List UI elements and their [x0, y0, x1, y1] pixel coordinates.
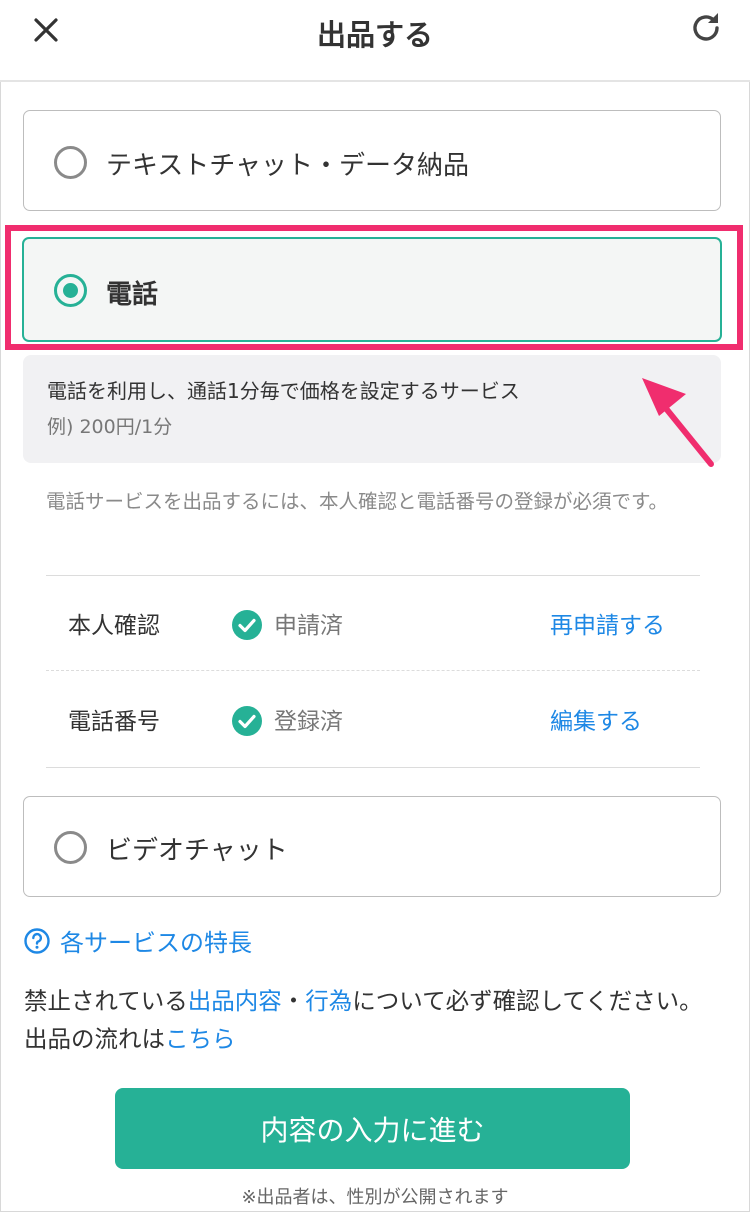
phone-number-label: 電話番号 — [68, 709, 160, 735]
divider — [46, 670, 700, 671]
prohibited-act-link[interactable]: 行為 — [305, 987, 352, 1015]
description-text: 電話を利用し、通話1分毎で価格を設定するサービス — [47, 379, 520, 403]
check-circle-icon — [232, 706, 262, 736]
option-video-chat[interactable]: ビデオチャット — [23, 796, 721, 897]
phone-number-status: 登録済 — [274, 709, 343, 735]
listing-flow-link[interactable]: こちら — [165, 1025, 236, 1053]
option-phone-label: 電話 — [106, 280, 159, 310]
features-link-text: 各サービスの特長 — [60, 929, 252, 957]
edit-link[interactable]: 編集する — [550, 702, 642, 736]
footnote: ※出品者は、性別が公開されます — [241, 1187, 509, 1208]
option-text-chat-label: テキストチャット・データ納品 — [106, 151, 469, 181]
divider — [46, 767, 700, 768]
check-circle-icon — [232, 610, 262, 640]
identity-label: 本人確認 — [68, 613, 160, 639]
notice-text: 禁止されている — [24, 987, 188, 1015]
reapply-link[interactable]: 再申請する — [550, 606, 665, 640]
radio-checked-icon[interactable] — [54, 274, 87, 307]
option-phone[interactable]: 電話 — [22, 237, 722, 342]
requirement-note: 電話サービスを出品するには、本人確認と電話番号の登録が必須です。 — [46, 490, 669, 513]
verification-row-phone: 電話番号 登録済 編集する — [46, 672, 700, 766]
option-video-chat-label: ビデオチャット — [106, 836, 288, 866]
page-title: 出品する — [316, 18, 433, 52]
refresh-icon[interactable] — [688, 10, 724, 46]
notice-separator: ・ — [281, 987, 306, 1015]
radio-unchecked-icon[interactable] — [54, 146, 87, 179]
description-example: 例) 200円/1分 — [47, 416, 173, 438]
phone-description: 電話を利用し、通話1分毎で価格を設定するサービス 例) 200円/1分 — [23, 355, 721, 463]
question-circle-icon — [24, 928, 50, 954]
identity-status: 申請済 — [274, 613, 343, 639]
prohibited-notice: 禁止されている出品内容・行為について必ず確認してください。出品の流れはこちら — [24, 982, 724, 1058]
radio-unchecked-icon[interactable] — [54, 831, 87, 864]
proceed-button[interactable]: 内容の入力に進む — [115, 1088, 630, 1169]
verification-row-identity: 本人確認 申請済 再申請する — [46, 576, 700, 670]
prohibited-content-link[interactable]: 出品内容 — [188, 987, 282, 1015]
header: 出品する — [0, 0, 750, 82]
option-text-chat[interactable]: テキストチャット・データ納品 — [23, 110, 721, 211]
